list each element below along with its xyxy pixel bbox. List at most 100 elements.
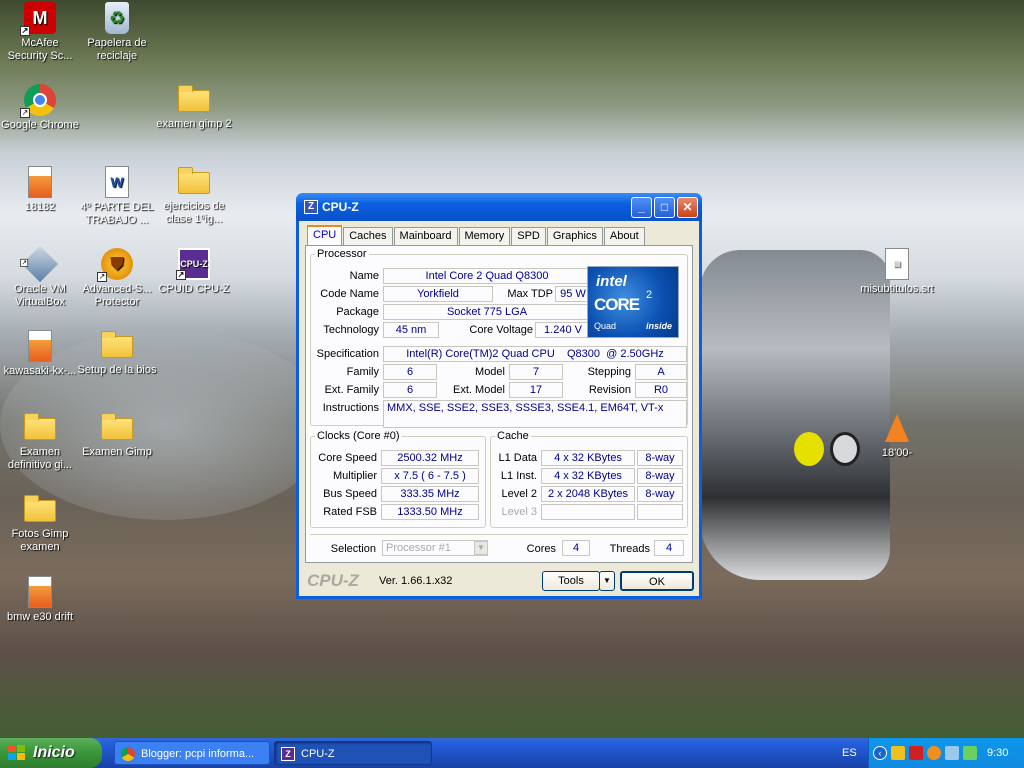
folder-icon (178, 85, 210, 112)
desktop-icon-file[interactable]: bmw e30 drift (0, 576, 80, 624)
intel-logo-inside: inside (645, 321, 672, 331)
mcafee-tray-icon[interactable] (909, 746, 923, 760)
wallpaper-headlight (794, 432, 824, 466)
minimize-button[interactable]: _ (631, 196, 652, 218)
desktop-icon-chrome[interactable]: ↗ Google Chrome (0, 84, 80, 132)
start-button[interactable]: Inicio (0, 738, 102, 768)
desktop-icon-virtualbox[interactable]: ↗ Oracle VM VirtualBox (0, 245, 80, 309)
close-button[interactable]: ✕ (677, 196, 698, 218)
vlc-icon (881, 412, 913, 444)
model-value: 7 (509, 364, 563, 380)
desktop-icon-vlc[interactable]: 18'00- (856, 412, 938, 460)
desktop-icon-label: Advanced-S... Protector (82, 283, 152, 308)
desktop-icon-label: misubtitulos.srt (860, 283, 934, 295)
tab-memory[interactable]: Memory (458, 227, 511, 245)
processor-legend: Processor (317, 248, 367, 260)
ratedfsb-value: 1333.50 MHz (381, 504, 479, 520)
codename-label: Code Name (320, 288, 379, 300)
desktop-icon-label: 18'00- (881, 447, 913, 459)
processor-select[interactable]: Processor #1 (382, 540, 488, 556)
tools-button[interactable]: Tools (542, 571, 600, 591)
chrome-icon: ↗ (20, 84, 56, 118)
desktop-icon-cpuz[interactable]: CPU-Z ↗ CPUID CPU-Z (154, 248, 234, 296)
desktop-icon-label: CPUID CPU-Z (158, 283, 230, 295)
tab-caches[interactable]: Caches (343, 227, 393, 245)
intel-logo-line: CORE (594, 295, 640, 314)
intel-logo-sub: Quad (594, 321, 617, 331)
chevron-down-icon[interactable]: ▼ (474, 541, 488, 555)
cache-group: Cache L1 Data 4 x 32 KBytes 8-way L1 Ins… (490, 430, 688, 528)
name-label: Name (349, 270, 379, 282)
clocks-group: Clocks (Core #0) Core Speed 2500.32 MHz … (310, 430, 486, 528)
desktop-icon-folder[interactable]: Setup de la bios (77, 330, 157, 377)
desktop-icon-label: Papelera de reciclaje (87, 37, 147, 62)
level2-assoc: 8-way (637, 486, 683, 502)
name-value: Intel Core 2 Quad Q8300 (383, 268, 591, 284)
selection-row: Selection Processor #1 ▼ Cores 4 Threads… (310, 534, 688, 560)
desktop-icon-label: McAfee Security Sc... (7, 37, 73, 62)
taskbar-item-cpuz[interactable]: Z CPU-Z (274, 741, 432, 765)
shield-icon[interactable] (891, 746, 905, 760)
l1data-label: L1 Data (498, 452, 537, 464)
cache-legend: Cache (497, 430, 529, 442)
technology-label: Technology (323, 324, 379, 336)
folder-icon (24, 495, 56, 522)
image-file-icon (28, 576, 52, 608)
desktop-icon-word-doc[interactable]: W 4º PARTE DEL TRABAJO ... (77, 166, 157, 227)
desktop-icon-mcafee[interactable]: M ↗ McAfee Security Sc... (0, 2, 80, 63)
tab-graphics[interactable]: Graphics (546, 227, 603, 245)
network-icon[interactable] (945, 746, 959, 760)
protector-tray-icon[interactable] (927, 746, 941, 760)
desktop-icon-file[interactable]: 18182 (0, 166, 80, 214)
multiplier-value: x 7.5 ( 6 - 7.5 ) (381, 468, 479, 484)
taskbar: Inicio Blogger: pcpi informa... Z CPU-Z … (0, 738, 1024, 768)
package-value: Socket 775 LGA (383, 304, 591, 320)
desktop-icon-label: ejercicios de clase 1ºig... (163, 200, 225, 225)
chrome-icon (121, 747, 135, 761)
cpuz-window: Z CPU-Z _ □ ✕ CPU Caches Mainboard Memor… (296, 193, 702, 599)
desktop-icon-file[interactable]: kawasaki-kx-... (0, 330, 80, 378)
tab-bar: CPU Caches Mainboard Memory SPD Graphics… (307, 225, 646, 246)
window-titlebar[interactable]: Z CPU-Z _ □ ✕ (296, 193, 702, 221)
safely-remove-icon[interactable] (963, 746, 977, 760)
desktop-icon-folder[interactable]: Examen definitivo gi... (0, 412, 80, 472)
tab-spd[interactable]: SPD (511, 227, 546, 245)
desktop-icon-folder[interactable]: Fotos Gimp examen (0, 494, 80, 554)
family-value: 6 (383, 364, 437, 380)
l1inst-value: 4 x 32 KBytes (541, 468, 635, 484)
busspeed-value: 333.35 MHz (381, 486, 479, 502)
desktop-icon-advanced-protector[interactable]: ⛊ ↗ Advanced-S... Protector (77, 248, 157, 309)
maxtdp-label: Max TDP (507, 288, 553, 300)
folder-icon (101, 331, 133, 358)
cpuz-logo-icon: Z (281, 747, 295, 761)
desktop-icon-srt[interactable]: ▤ misubtitulos.srt (856, 248, 938, 296)
level3-label: Level 3 (501, 506, 537, 518)
desktop-icon-folder[interactable]: examen gimp 2 (154, 84, 234, 131)
corespeed-label: Core Speed (318, 452, 377, 464)
spec-value: Intel(R) Core(TM)2 Quad CPU Q8300 @ 2.50… (383, 346, 687, 362)
tools-dropdown-icon[interactable]: ▼ (599, 571, 615, 591)
tab-cpu[interactable]: CPU (307, 225, 343, 246)
tab-about[interactable]: About (603, 227, 645, 245)
desktop-icon-recycle-bin[interactable]: ♻ Papelera de reciclaje (77, 2, 157, 63)
level3-assoc (637, 504, 683, 520)
maximize-button[interactable]: □ (654, 196, 675, 218)
ok-button[interactable]: OK (620, 571, 694, 591)
shortcut-arrow-icon: ↗ (20, 108, 30, 118)
desktop-icon-label: kawasaki-kx-... (3, 365, 77, 377)
clocks-legend: Clocks (Core #0) (317, 430, 400, 442)
level2-value: 2 x 2048 KBytes (541, 486, 635, 502)
clock[interactable]: 9:30 (987, 747, 1008, 759)
language-indicator[interactable]: ES (842, 747, 857, 759)
cores-label: Cores (526, 543, 556, 555)
desktop-icon-folder[interactable]: Examen Gimp (77, 412, 157, 459)
corespeed-value: 2500.32 MHz (381, 450, 479, 466)
desktop-icon-folder[interactable]: ejercicios de clase 1ºig... (154, 166, 234, 226)
mcafee-icon: M ↗ (20, 2, 56, 36)
intel-logo-brand: intel (596, 273, 627, 290)
chevron-left-icon[interactable]: ‹ (873, 746, 887, 760)
tab-mainboard[interactable]: Mainboard (393, 227, 458, 245)
codename-value: Yorkfield (383, 286, 493, 302)
l1data-value: 4 x 32 KBytes (541, 450, 635, 466)
taskbar-item-blogger[interactable]: Blogger: pcpi informa... (114, 741, 270, 765)
